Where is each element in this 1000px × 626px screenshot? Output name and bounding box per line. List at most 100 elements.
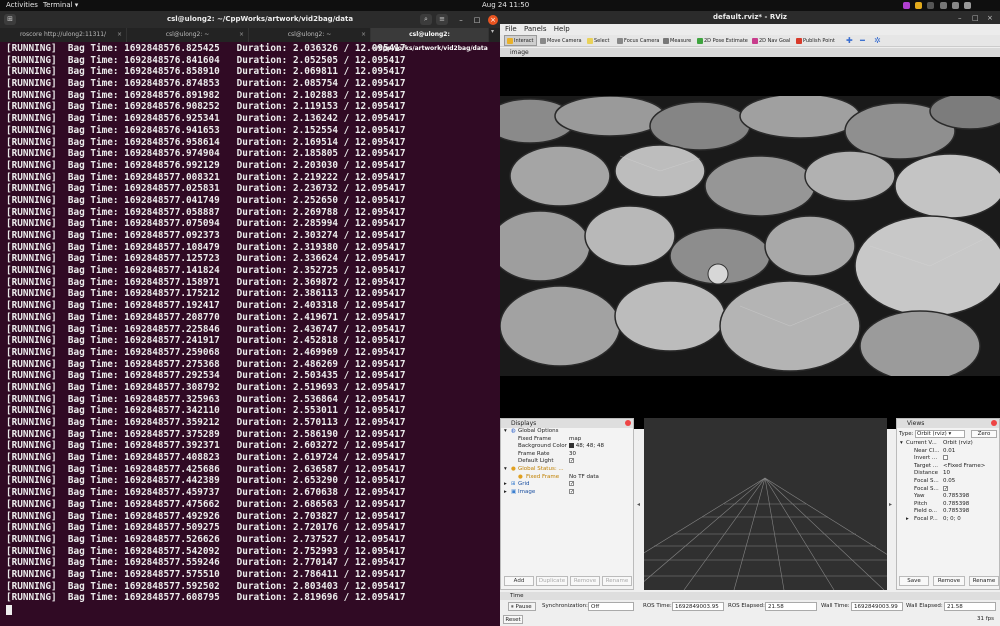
sync-select[interactable]: Off	[588, 602, 634, 611]
terminal-tab[interactable]: csl@ulong2: ~ ×	[249, 28, 371, 42]
tree-fixed-frame-status[interactable]: ● Fixed Frame No TF data	[501, 474, 633, 482]
close-tab-icon[interactable]: ×	[239, 28, 244, 42]
add-button[interactable]: Add	[504, 576, 534, 586]
tray-app-icon[interactable]	[927, 1, 935, 9]
prop-value[interactable]: 0.05	[943, 478, 955, 486]
plus-icon[interactable]: ✚	[844, 35, 855, 47]
grid-enable-checkbox[interactable]: ✓	[569, 481, 574, 489]
duplicate-button[interactable]: Duplicate	[536, 576, 568, 586]
view-prop[interactable]: Target ... <Fixed Frame>	[897, 463, 999, 471]
prop-value[interactable]: map	[569, 436, 581, 444]
expand-icon[interactable]: ▾	[900, 440, 903, 448]
tool-measure[interactable]: Measure	[661, 35, 693, 47]
tree-global-options[interactable]: ▾ ◍ Global Options	[501, 428, 633, 436]
view-prop[interactable]: Pitch 0.785398	[897, 501, 999, 509]
image-enable-checkbox[interactable]: ✓	[569, 488, 574, 497]
save-button[interactable]: Save	[899, 576, 929, 586]
tray-app-icon[interactable]	[915, 1, 923, 9]
settings-icon[interactable]: ✲	[872, 35, 883, 47]
search-icon[interactable]: ⌕	[420, 14, 432, 25]
volume-icon[interactable]	[951, 1, 959, 9]
power-icon[interactable]	[964, 1, 972, 9]
terminal-output[interactable]: [RUNNING] Bag Time: 1692848576.825425 Du…	[0, 42, 500, 626]
tray-app-icon[interactable]	[903, 1, 910, 9]
rename-button[interactable]: Rename	[602, 576, 632, 586]
prop-value[interactable]: 0.785398	[943, 501, 969, 509]
expand-icon[interactable]: ▾	[504, 428, 507, 436]
wall-elapsed-field[interactable]: 21.58	[944, 602, 996, 611]
prop-fixed-frame[interactable]: Fixed Frame map	[501, 436, 633, 444]
view-prop[interactable]: Focal S... ✓	[897, 485, 999, 494]
remove-view-button[interactable]: Remove	[933, 576, 965, 586]
view-prop[interactable]: Near Cl... 0.01	[897, 448, 999, 456]
focal-shape-checkbox[interactable]: ✓	[943, 485, 948, 494]
view-prop[interactable]: Invert ...	[897, 455, 999, 463]
view-prop[interactable]: Yaw 0.785398	[897, 493, 999, 501]
tree-image[interactable]: ▸ ▣ Image ✓	[501, 488, 633, 497]
close-tab-icon[interactable]: ×	[361, 28, 366, 42]
menu-icon[interactable]: ≡	[436, 14, 448, 25]
view-prop[interactable]: Distance 10	[897, 470, 999, 478]
prop-value[interactable]: 0.785398	[943, 493, 969, 501]
prop-value[interactable]: 30	[569, 451, 576, 459]
expand-icon[interactable]: ▸	[906, 516, 909, 524]
menu-panels[interactable]: Panels	[524, 25, 547, 33]
wall-time-field[interactable]: 1692849003.99	[851, 602, 903, 611]
tool-publish-point[interactable]: Publish Point	[794, 35, 837, 47]
prop-default-light[interactable]: Default Light ✓	[501, 458, 633, 466]
ros-elapsed-field[interactable]: 21.58	[765, 602, 817, 611]
tree-current-view[interactable]: ▾ Current V... Orbit (rviz)	[897, 440, 999, 448]
app-menu[interactable]: Terminal ▾	[43, 1, 78, 9]
rename-view-button[interactable]: Rename	[969, 576, 999, 586]
terminal-tab[interactable]: csl@ulong2: ~ ×	[127, 28, 249, 42]
close-icon[interactable]: ×	[488, 15, 498, 25]
prop-value[interactable]: <Fixed Frame>	[943, 463, 985, 471]
terminal-tab-active[interactable]: csl@ulong2: ~/CppWorks/artwork/vid2bag/d…	[371, 28, 489, 52]
close-tab-icon[interactable]: ×	[117, 28, 122, 42]
prop-value[interactable]: 0.01	[943, 448, 955, 456]
zero-button[interactable]: Zero	[971, 430, 997, 438]
3d-render-view[interactable]	[644, 418, 887, 590]
tree-global-status[interactable]: ▾ ● Global Status: ...	[501, 466, 633, 474]
tab-overflow-icon[interactable]: ▾	[491, 28, 494, 35]
activities-button[interactable]: Activities	[6, 1, 38, 9]
remove-button[interactable]: Remove	[570, 576, 600, 586]
expand-icon[interactable]: ▾	[504, 466, 507, 474]
minimize-icon[interactable]: –	[456, 15, 466, 25]
tool-move-camera[interactable]: Move Camera	[538, 35, 584, 47]
prop-value[interactable]: 48; 48; 48	[569, 443, 604, 451]
tool-2d-pose-estimate[interactable]: 2D Pose Estimate	[695, 35, 750, 47]
expand-icon[interactable]: ▸	[504, 489, 507, 497]
tree-grid[interactable]: ▸ ⊞ Grid ✓	[501, 481, 633, 489]
tool-interact[interactable]: Interact	[504, 35, 537, 46]
prop-value[interactable]: 0; 0; 0	[943, 516, 961, 524]
network-icon[interactable]	[939, 1, 947, 9]
ros-time-field[interactable]: 1692849003.95	[672, 602, 724, 611]
close-panel-icon[interactable]	[991, 420, 997, 426]
view-prop[interactable]: Focal S... 0.05	[897, 478, 999, 486]
tool-select[interactable]: Select	[585, 35, 611, 47]
prop-frame-rate[interactable]: Frame Rate 30	[501, 451, 633, 459]
tool-2d-nav-goal[interactable]: 2D Nav Goal	[750, 35, 792, 47]
prop-value[interactable]: 10	[943, 470, 950, 478]
minus-icon[interactable]: ━	[858, 35, 867, 47]
image-view[interactable]	[500, 57, 1000, 429]
close-panel-icon[interactable]	[625, 420, 631, 426]
default-light-checkbox[interactable]: ✓	[569, 458, 574, 466]
system-tray[interactable]	[900, 1, 972, 9]
new-tab-icon[interactable]: ⊞	[4, 14, 16, 25]
view-prop[interactable]: Field o... 0.785398	[897, 508, 999, 516]
menu-help[interactable]: Help	[554, 25, 570, 33]
terminal-tab[interactable]: roscore http://ulong2:11311/ ×	[0, 28, 127, 42]
prop-background-color[interactable]: Background Color 48; 48; 48	[501, 443, 633, 451]
tool-focus-camera[interactable]: Focus Camera	[615, 35, 662, 47]
collapse-left-icon[interactable]: ◂	[637, 501, 640, 508]
maximize-icon[interactable]: □	[472, 15, 482, 25]
prop-value[interactable]: 0.785398	[943, 508, 969, 516]
reset-button[interactable]: Reset	[503, 615, 523, 624]
invert-checkbox[interactable]	[943, 455, 948, 463]
pause-button[interactable]: ⏸ Pause	[508, 602, 536, 611]
expand-icon[interactable]: ▸	[504, 481, 507, 489]
view-prop[interactable]: ▸ Focal P... 0; 0; 0	[897, 516, 999, 524]
collapse-right-icon[interactable]: ▸	[889, 501, 892, 508]
